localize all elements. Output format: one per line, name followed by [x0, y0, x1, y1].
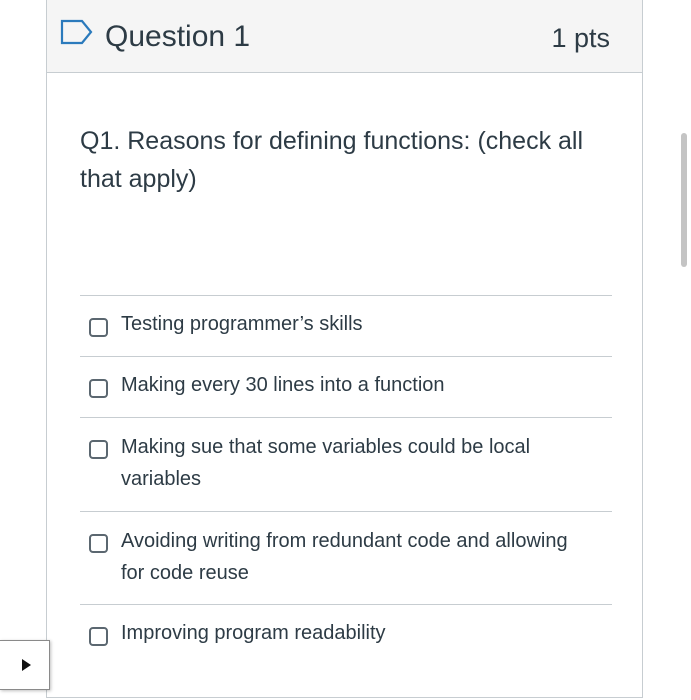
answer-checkbox[interactable] — [89, 379, 108, 398]
answer-label[interactable]: Avoiding writing from redundant code and… — [121, 525, 591, 589]
answer-checkbox[interactable] — [89, 440, 108, 459]
answer-checkbox[interactable] — [89, 627, 108, 646]
answer-list: Testing programmer’s skills Making every… — [80, 295, 612, 664]
question-text: Q1. Reasons for defining functions: (che… — [80, 127, 584, 193]
answer-checkbox[interactable] — [89, 318, 108, 337]
answer-option[interactable]: Avoiding writing from redundant code and… — [80, 511, 612, 604]
play-button[interactable] — [0, 640, 50, 690]
quiz-page: Question 1 1 pts Q1. Reasons for definin… — [0, 0, 691, 700]
answer-option[interactable]: Improving program readability — [80, 604, 612, 664]
answer-label[interactable]: Improving program readability — [121, 617, 591, 649]
answer-option[interactable]: Making every 30 lines into a function — [80, 356, 612, 417]
question-card: Question 1 1 pts Q1. Reasons for definin… — [46, 0, 643, 698]
answer-option[interactable]: Making sue that some variables could be … — [80, 417, 612, 511]
play-icon — [22, 659, 31, 671]
answer-label[interactable]: Making sue that some variables could be … — [121, 431, 591, 495]
answer-label[interactable]: Making every 30 lines into a function — [121, 369, 591, 401]
question-header: Question 1 1 pts — [47, 0, 642, 73]
flag-icon[interactable] — [60, 19, 94, 45]
scrollbar[interactable] — [681, 133, 687, 267]
answer-label[interactable]: Testing programmer’s skills — [121, 308, 591, 340]
question-title: Question 1 — [105, 20, 251, 53]
answer-checkbox[interactable] — [89, 534, 108, 553]
answer-option[interactable]: Testing programmer’s skills — [80, 295, 612, 356]
question-points: 1 pts — [551, 23, 610, 53]
